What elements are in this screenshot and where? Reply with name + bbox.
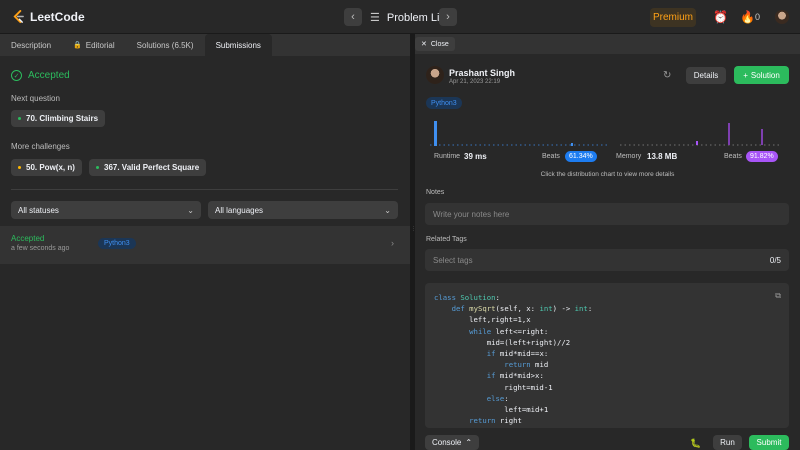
chip-label: 367. Valid Perfect Square [104,163,200,172]
avatar[interactable] [426,66,444,84]
tab-label: Submissions [215,40,261,50]
language-filter-select[interactable]: All languages ⌄ [208,201,398,219]
copy-icon[interactable]: ⧉ [775,291,781,301]
plus-icon: + [743,70,748,80]
share-icon[interactable]: ↻ [663,70,671,81]
leetcode-logo-icon [13,10,24,24]
fire-streak-icon[interactable]: 🔥 [740,10,755,24]
accepted-status: ✓ Accepted [11,70,70,81]
memory-bar [728,123,730,145]
drag-handle-icon[interactable]: ⋮ [411,226,416,236]
chevron-down-icon: ⌄ [187,205,194,215]
runtime-beats-badge: 61.34% [565,151,597,162]
runtime-bar [571,143,573,146]
user-name[interactable]: Prashant Singh [449,68,515,78]
chevron-down-icon: ⌄ [384,205,391,215]
language-badge: Python3 [426,97,462,109]
submit-button[interactable]: Submit [749,435,789,450]
memory-bar [696,141,698,145]
premium-button[interactable]: Premium [650,8,696,27]
divider [11,189,398,190]
close-button[interactable]: ✕ Close [415,37,455,51]
challenge-chip[interactable]: 367. Valid Perfect Square [89,159,207,176]
notes-label: Notes [426,189,445,196]
select-value: All languages [215,205,264,215]
next-question-chip[interactable]: 70. Climbing Stairs [11,110,106,127]
runtime-value: 39 ms [464,152,487,161]
tab-label: Solutions (6.5K) [136,40,194,50]
tab-label: Editorial [85,40,115,50]
difficulty-dot-icon [18,166,21,169]
console-toggle-button[interactable]: Console ⌃ [425,435,479,450]
chevron-up-icon: ⌃ [465,438,473,447]
chart-hint: Click the distribution chart to view mor… [540,171,675,178]
tags-count: 0/5 [769,255,781,265]
close-label: Close [430,40,449,48]
code-viewer: ⧉ class Solution: def mySqrt(self, x: in… [425,283,789,428]
code-block: class Solution: def mySqrt(self, x: int)… [434,293,593,426]
difficulty-dot-icon [96,166,99,169]
streak-count: 0 [755,12,761,22]
post-solution-button[interactable]: + Solution [734,66,789,84]
user-avatar[interactable] [775,10,789,24]
problem-list-link[interactable]: ☰ Problem List [370,11,448,25]
chevron-left-icon: ‹ [351,11,355,23]
tags-placeholder: Select tags [433,255,473,265]
tab-solutions[interactable]: Solutions (6.5K) [126,34,205,56]
runtime-bar [434,121,437,146]
notes-input[interactable] [425,203,789,225]
run-button[interactable]: Run [713,435,742,450]
left-panel: Description 🔒 Editorial Solutions (6.5K) … [0,34,410,450]
close-bar: ✕ Close [415,34,800,54]
close-icon: ✕ [421,41,427,48]
chip-label: 50. Pow(x, n) [26,163,75,172]
submission-date: Apr 21, 2023 22:19 [449,79,501,85]
check-circle-icon: ✓ [11,70,22,81]
alarm-clock-icon[interactable]: ⏰ [713,10,728,24]
runtime-label: Runtime [434,153,461,160]
memory-beats-label: Beats [724,153,742,160]
tab-description[interactable]: Description [0,34,62,56]
submission-time: a few seconds ago [11,245,70,252]
button-label: Console [431,438,462,447]
distribution-chart[interactable] [430,116,780,152]
select-value: All statuses [18,205,59,215]
tab-label: Description [11,40,52,50]
list-icon: ☰ [370,12,380,24]
debug-icon[interactable]: 🐛 [690,438,701,449]
chevron-right-icon: › [446,11,450,23]
runtime-beats-label: Beats [542,153,560,160]
tab-submissions[interactable]: Submissions [204,34,272,56]
memory-beats-badge: 91.82% [746,151,778,162]
next-question-label: Next question [11,94,60,103]
next-problem-button[interactable]: › [439,8,457,26]
top-navbar: LeetCode ‹ ☰ Problem List › Premium ⏰ 🔥 … [0,0,800,34]
prev-problem-button[interactable]: ‹ [344,8,362,26]
tags-select[interactable]: Select tags 0/5 [425,249,789,271]
left-tabbar: Description 🔒 Editorial Solutions (6.5K) … [0,34,410,56]
submission-row[interactable]: Accepted a few seconds ago Python3 › [0,226,410,264]
more-challenges-label: More challenges [11,142,70,151]
challenge-chip[interactable]: 50. Pow(x, n) [11,159,82,176]
leetcode-logo[interactable]: LeetCode [12,10,85,24]
tab-editorial[interactable]: 🔒 Editorial [62,34,126,56]
tags-label: Related Tags [426,236,467,243]
memory-bar [761,129,763,145]
button-label: Solution [750,70,780,80]
difficulty-dot-icon [18,117,21,120]
lock-icon: 🔒 [73,42,82,49]
memory-label: Memory [616,153,642,160]
language-badge: Python3 [98,238,136,249]
details-button[interactable]: Details [686,67,726,84]
chip-label: 70. Climbing Stairs [26,114,99,123]
right-panel: ✕ Close Prashant Singh Apr 21, 2023 22:1… [415,34,800,450]
submission-status: Accepted [11,234,45,243]
chevron-right-icon: › [391,238,394,248]
logo-text: LeetCode [30,10,85,24]
memory-value: 13.8 MB [647,152,678,161]
status-text: Accepted [28,70,70,81]
status-filter-select[interactable]: All statuses ⌄ [11,201,201,219]
